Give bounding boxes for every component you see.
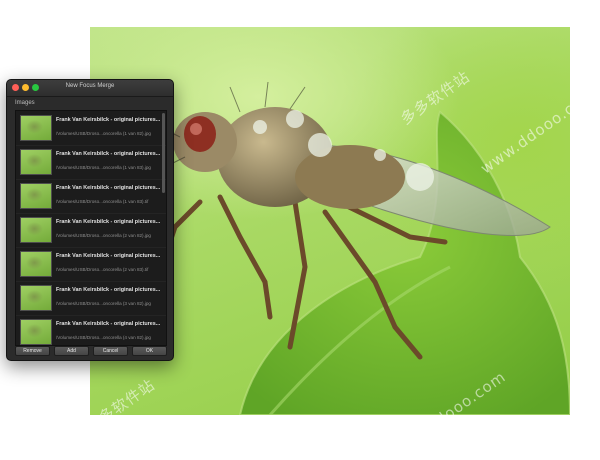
button-bar: Remove Add Cancel OK <box>15 346 167 356</box>
image-title: Frank Van Keirsbilck - original pictures… <box>56 287 161 293</box>
image-row[interactable]: Frank Van Keirsbilck - original pictures… <box>16 315 166 345</box>
image-title: Frank Van Keirsbilck - original pictures… <box>56 185 161 191</box>
title-bar[interactable]: New Focus Merge <box>7 80 173 97</box>
images-label: Images <box>15 100 35 106</box>
image-thumbnail <box>20 251 52 277</box>
image-path: /Volumes/USB/Droso...oncorella (1 van 82… <box>56 131 151 136</box>
image-path: /Volumes/USB/Droso...oncorella (2 van 83… <box>56 267 149 272</box>
image-row[interactable]: Frank Van Keirsbilck - original pictures… <box>16 247 166 282</box>
list-scrollbar[interactable] <box>162 113 165 193</box>
add-button[interactable]: Add <box>54 346 89 356</box>
image-thumbnail <box>20 115 52 141</box>
image-row[interactable]: Frank Van Keirsbilck - original pictures… <box>16 179 166 214</box>
image-path: /Volumes/USB/Droso...oncorella (3 van 82… <box>56 301 151 306</box>
image-row[interactable]: Frank Van Keirsbilck - original pictures… <box>16 281 166 316</box>
image-row[interactable]: Frank Van Keirsbilck - original pictures… <box>16 145 166 180</box>
image-row[interactable]: Frank Van Keirsbilck - original pictures… <box>16 111 166 146</box>
window-title: New Focus Merge <box>65 83 115 89</box>
image-title: Frank Van Keirsbilck - original pictures… <box>56 117 161 123</box>
image-path: /Volumes/USB/Droso...oncorella (2 van 82… <box>56 233 151 238</box>
image-path: /Volumes/USB/Droso...oncorella (1 van 83… <box>56 165 151 170</box>
image-row[interactable]: Frank Van Keirsbilck - original pictures… <box>16 213 166 248</box>
image-thumbnail <box>20 285 52 311</box>
image-title: Frank Van Keirsbilck - original pictures… <box>56 321 161 327</box>
ok-button[interactable]: OK <box>132 346 167 356</box>
image-title: Frank Van Keirsbilck - original pictures… <box>56 219 161 225</box>
image-path: /Volumes/USB/Droso...oncorella (1 van 83… <box>56 199 149 204</box>
new-focus-merge-dialog: New Focus Merge Images Frank Van Keirsbi… <box>6 79 174 361</box>
image-thumbnail <box>20 319 52 345</box>
image-thumbnail <box>20 217 52 243</box>
image-thumbnail <box>20 183 52 209</box>
image-thumbnail <box>20 149 52 175</box>
cancel-button[interactable]: Cancel <box>93 346 128 356</box>
remove-button[interactable]: Remove <box>15 346 50 356</box>
images-list[interactable]: Frank Van Keirsbilck - original pictures… <box>15 110 167 346</box>
image-title: Frank Van Keirsbilck - original pictures… <box>56 151 161 157</box>
image-title: Frank Van Keirsbilck - original pictures… <box>56 253 161 259</box>
image-path: /Volumes/USB/Droso...oncorella (4 van 82… <box>56 335 151 340</box>
